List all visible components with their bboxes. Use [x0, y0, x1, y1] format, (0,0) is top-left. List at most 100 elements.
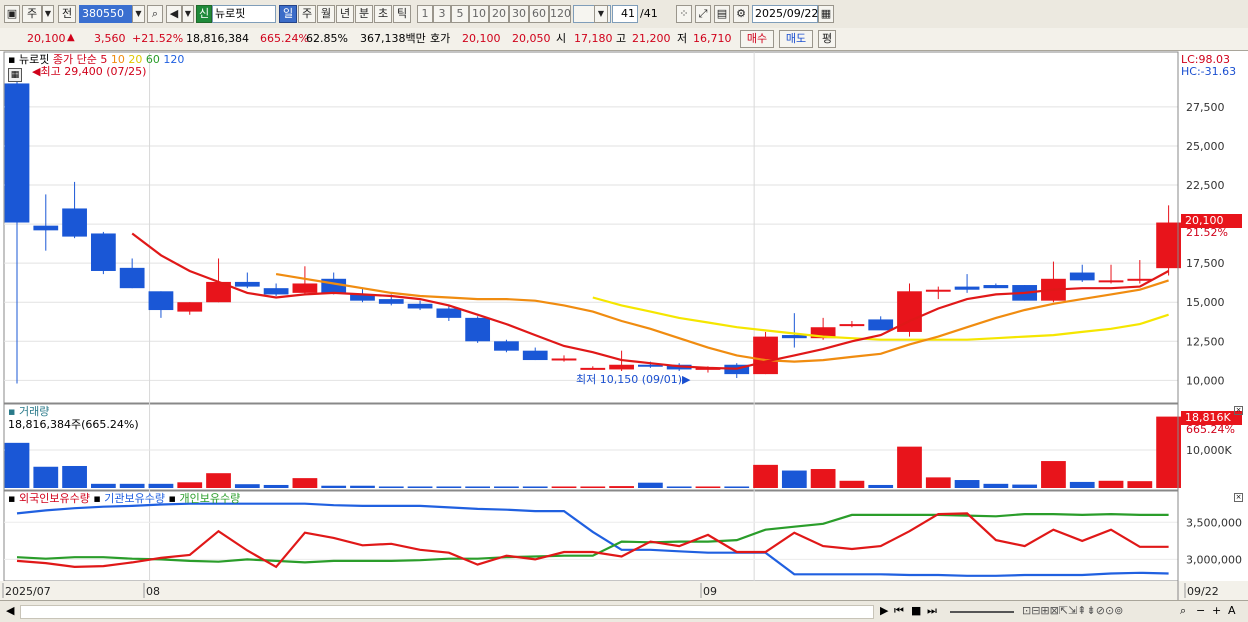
bid-price: 20,050 [512, 32, 551, 45]
volume-bar [551, 486, 577, 488]
period-tab[interactable]: 틱 [393, 5, 411, 23]
panel-menu-icon[interactable]: ▪ [93, 492, 100, 505]
chevron-down-icon[interactable]: ▼ [132, 5, 145, 23]
candle-body [609, 364, 634, 370]
period-tab[interactable]: 초 [374, 5, 392, 23]
period-tab[interactable]: 주 [298, 5, 316, 23]
volume-bar [868, 484, 894, 488]
auto-icon[interactable]: A [1228, 604, 1236, 618]
interval-button[interactable]: 20 [489, 5, 509, 23]
chart-menu-icon[interactable]: ▪ [8, 53, 15, 66]
close-icon[interactable]: × [1234, 493, 1243, 502]
stop-icon[interactable]: ■ [911, 604, 921, 618]
stock-name-field[interactable]: 뉴로핏 [212, 5, 276, 23]
zoom-slider[interactable] [950, 611, 1014, 613]
volume-bar [1041, 461, 1066, 488]
period-tab[interactable]: 분 [355, 5, 373, 23]
legend-institution: 기관보유수량 [104, 492, 166, 505]
up-arrow-icon: ▲ [67, 32, 75, 43]
candle-body [954, 286, 980, 290]
volume-info: 18,816,384주(665.24%) [8, 418, 139, 431]
stock-code-input[interactable]: 380550 [79, 5, 132, 23]
drawing-tools-icon[interactable]: ⊡⊟⊞⊠⇱⇲⇞⇟⊘⊙⊚ [1022, 604, 1123, 618]
first-icon[interactable]: ⏮ [894, 604, 904, 618]
last-volume-pct: 665.24% [1186, 423, 1235, 436]
period-select[interactable]: 주 [22, 5, 42, 23]
save-icon[interactable]: ▤ [714, 5, 730, 23]
low-label: 저 [677, 32, 688, 45]
x-axis-label: 08 [146, 585, 160, 598]
panel-menu-icon[interactable]: ▪ [8, 492, 15, 505]
legend-ma120: 120 [163, 53, 185, 66]
grid-toggle-icon[interactable]: ▦ [8, 68, 22, 82]
count-input[interactable]: 41 [612, 5, 638, 23]
zoom-in-icon[interactable]: + [1212, 604, 1221, 618]
stock-chart[interactable]: 10,00012,50015,00017,50020,00022,50025,0… [0, 51, 1248, 621]
sell-button[interactable]: 매도 [779, 30, 813, 48]
buy-button[interactable]: 매수 [740, 30, 774, 48]
candle-body [839, 324, 865, 327]
interval-button[interactable]: 30 [509, 5, 529, 23]
close-icon[interactable]: × [1234, 406, 1243, 415]
dots-icon[interactable]: ⁘ [676, 5, 692, 23]
low-annotation: 최저 10,150 (09/01)▶ [576, 373, 690, 387]
eval-button[interactable]: 평 [818, 30, 836, 48]
panel-menu-icon[interactable]: ▪ [8, 405, 15, 418]
candle-body [753, 336, 778, 375]
panel-menu-icon[interactable]: ▪ [169, 492, 176, 505]
volume-bar [263, 484, 289, 488]
scroll-right-icon[interactable]: ▶ [880, 604, 888, 618]
candle-body [119, 267, 145, 289]
chevron-down-icon[interactable]: ▼ [182, 5, 194, 23]
holding-tick-label: 3,500,000 [1186, 516, 1242, 529]
interval-button[interactable]: 10 [469, 5, 489, 23]
prev-button[interactable]: 전 [58, 5, 76, 23]
date-input[interactable]: 2025/09/22 [752, 5, 818, 23]
x-axis-band [0, 581, 1248, 600]
horizontal-scrollbar[interactable] [20, 605, 874, 619]
chevron-down-icon[interactable]: ▼ [42, 5, 54, 23]
period-tab[interactable]: 년 [336, 5, 354, 23]
candle-body [925, 289, 951, 292]
candle-body [551, 358, 577, 361]
x-axis-label: 2025/07 [5, 585, 51, 598]
candle-body [263, 288, 289, 295]
zoom-icon[interactable]: ⤢ [695, 5, 711, 23]
scroll-left-icon[interactable]: ◀ [6, 604, 14, 618]
zoom-out-icon[interactable]: − [1196, 604, 1205, 618]
quote-label: 호가 [430, 32, 451, 45]
speaker-icon[interactable]: ◀ [166, 5, 182, 23]
candle-body [148, 291, 174, 311]
high-label: 고 [616, 32, 627, 45]
holding-tick-label: 3,000,000 [1186, 553, 1242, 566]
candle-body [4, 83, 30, 223]
volume-value: 18,816,384 [186, 32, 249, 45]
magnifier-icon[interactable]: ⌕ [1180, 604, 1186, 618]
volume-bar [839, 480, 865, 488]
search-icon[interactable]: ⌕ [147, 5, 163, 23]
volume-bar [177, 482, 203, 488]
period-tab[interactable]: 월 [317, 5, 335, 23]
period-tab[interactable]: 일 [279, 5, 297, 23]
interval-button[interactable]: 3 [433, 5, 451, 23]
last-icon[interactable]: ⏭ [927, 604, 937, 618]
volume-bar [90, 483, 116, 488]
interval-button[interactable]: 5 [451, 5, 469, 23]
interval-button[interactable]: 60 [529, 5, 549, 23]
interval-button[interactable]: 120 [549, 5, 571, 23]
main-toolbar: ▣ 주 ▼ 전 380550 ▼ ⌕ ◀ ▼ 신 뉴로핏 일주월년분초틱 135… [0, 0, 1248, 29]
volume-title: ▪ 거래량 [8, 405, 49, 419]
gear-icon[interactable]: ⚙ [733, 5, 749, 23]
calendar-icon[interactable]: ▦ [818, 5, 834, 23]
candle-body [1069, 272, 1095, 281]
candle-body [177, 302, 203, 312]
interval-button[interactable]: 1 [417, 5, 433, 23]
volume-title-text: 거래량 [18, 405, 50, 418]
chevron-down-icon[interactable]: ▼ [594, 5, 608, 23]
right-arrow-icon: ▶ [682, 373, 691, 386]
volume-bar [292, 478, 318, 488]
volume-bar [609, 486, 634, 488]
volume-bar [810, 469, 836, 488]
hc-value: HC:-31.63 [1181, 65, 1237, 78]
layout-icon[interactable]: ▣ [4, 5, 20, 23]
